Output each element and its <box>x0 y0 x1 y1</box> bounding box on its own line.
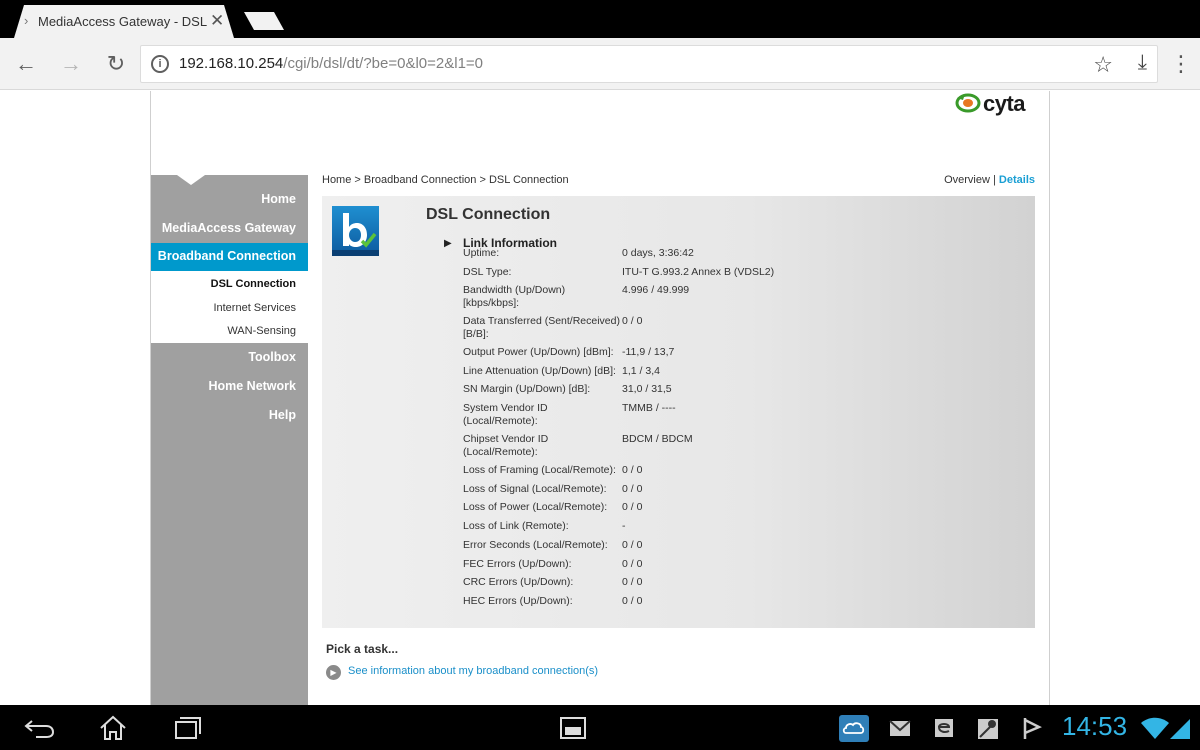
new-tab-button[interactable] <box>244 12 284 30</box>
url-host: 192.168.10.254 <box>179 55 284 72</box>
info-row-label: HEC Errors (Up/Down): <box>463 595 573 607</box>
cyta-logo-icon <box>955 93 981 113</box>
browser-tab-strip: › MediaAccess Gateway - DSL ✕ <box>0 0 1200 38</box>
tab-close-icon[interactable]: ✕ <box>210 11 224 31</box>
flag-icon[interactable] <box>1012 713 1052 743</box>
info-row-label: Error Seconds (Local/Remote): <box>463 539 608 551</box>
sidebar-submenu: DSL Connection Internet Services WAN-Sen… <box>151 271 308 343</box>
cloud-sync-icon[interactable] <box>835 713 875 743</box>
sidebar-item-help[interactable]: Help <box>269 408 296 422</box>
sidebar-item-label: Broadband Connection <box>157 249 296 263</box>
info-row-label: Output Power (Up/Down) [dBm]: <box>463 346 614 358</box>
info-row-label: Loss of Power (Local/Remote): <box>463 501 608 513</box>
mail-icon[interactable] <box>880 713 920 743</box>
overview-link[interactable]: Overview <box>944 174 990 186</box>
cyta-logo: cyta <box>955 91 1035 117</box>
task-link-text: See information about my broadband conne… <box>348 665 599 677</box>
breadcrumb: Home > Broadband Connection > DSL Connec… <box>322 174 569 186</box>
sidebar-notch <box>177 175 205 185</box>
info-row-value: 0 / 0 <box>622 315 643 327</box>
app-notification-icon[interactable] <box>925 713 965 743</box>
info-row-value: TMMB / ---- <box>622 402 676 414</box>
info-row-value: 0 / 0 <box>622 595 643 607</box>
info-row-label: Loss of Signal (Local/Remote): <box>463 483 607 495</box>
info-row-label: System Vendor ID (Local/Remote): <box>463 402 548 427</box>
broadband-b-icon <box>332 206 379 256</box>
info-row-label: FEC Errors (Up/Down): <box>463 558 572 570</box>
browser-toolbar: ← → ↻ i 192.168.10.254/cgi/b/dsl/dt/?be=… <box>0 38 1200 90</box>
view-switcher: Overview | Details <box>944 174 1035 186</box>
info-row-label: Chipset Vendor ID (Local/Remote): <box>463 433 549 458</box>
home-icon[interactable] <box>93 713 133 743</box>
screenshot-icon[interactable] <box>553 713 593 743</box>
back-arrow-icon[interactable]: ← <box>12 50 40 78</box>
web-page: cyta Home MediaAccess Gateway Broadband … <box>0 91 1200 705</box>
info-row-value: 1,1 / 3,4 <box>622 365 660 377</box>
submenu-item-dsl-connection[interactable]: DSL Connection <box>211 278 296 290</box>
info-row-label: Loss of Link (Remote): <box>463 520 569 532</box>
panel-title: DSL Connection <box>426 206 551 223</box>
info-row-label: Loss of Framing (Local/Remote): <box>463 464 616 476</box>
sidebar-item-home-network[interactable]: Home Network <box>208 379 296 393</box>
url-text[interactable]: 192.168.10.254/cgi/b/dsl/dt/?be=0&l0=2&l… <box>179 55 483 72</box>
submenu-item-wan-sensing[interactable]: WAN-Sensing <box>227 325 296 337</box>
info-row-label: Uptime: <box>463 247 500 259</box>
site-info-icon[interactable]: i <box>151 55 169 73</box>
info-row-value: 0 / 0 <box>622 539 643 551</box>
info-row-value: 0 / 0 <box>622 558 643 570</box>
android-system-bar: 14:53 <box>0 705 1200 750</box>
tab-title: MediaAccess Gateway - DSL <box>38 14 208 29</box>
dsl-connection-panel: DSL Connection ▶ Link Information Uptime… <box>322 196 1035 628</box>
info-row-value: 31,0 / 31,5 <box>622 383 672 395</box>
forward-arrow-icon[interactable]: → <box>57 50 85 78</box>
sidebar: Home MediaAccess Gateway Broadband Conne… <box>151 175 308 705</box>
back-icon[interactable] <box>20 713 60 743</box>
view-separator: | <box>989 174 999 186</box>
battery-icon <box>1170 719 1190 739</box>
details-link[interactable]: Details <box>999 174 1035 186</box>
submenu-item-internet-services[interactable]: Internet Services <box>213 302 296 314</box>
info-row-label: DSL Type: <box>463 266 512 278</box>
sidebar-item-toolbox[interactable]: Toolbox <box>248 350 296 364</box>
maps-icon[interactable] <box>968 713 1008 743</box>
task-arrow-icon: ▶ <box>326 665 341 680</box>
info-row-label: SN Margin (Up/Down) [dB]: <box>463 383 591 395</box>
task-title: Pick a task... <box>326 642 399 656</box>
section-arrow-icon: ▶ <box>444 238 452 249</box>
sidebar-item-mediaaccess-gateway[interactable]: MediaAccess Gateway <box>162 221 296 235</box>
info-row-value: ITU-T G.993.2 Annex B (VDSL2) <box>622 266 775 278</box>
info-row-label: CRC Errors (Up/Down): <box>463 576 574 588</box>
recent-apps-icon[interactable] <box>168 713 208 743</box>
sidebar-item-home[interactable]: Home <box>261 192 296 206</box>
tab-favicon-icon: › <box>24 13 29 28</box>
url-path: /cgi/b/dsl/dt/?be=0&l0=2&l1=0 <box>283 55 484 72</box>
browser-menu-icon[interactable]: ⋮ <box>1170 50 1192 78</box>
info-row-label: Bandwidth (Up/Down) [kbps/kbps]: <box>463 284 566 309</box>
info-row-value: -11,9 / 13,7 <box>622 346 675 358</box>
info-row-value: - <box>622 520 626 532</box>
sidebar-item-broadband-connection[interactable]: Broadband Connection <box>151 243 308 271</box>
status-clock: 14:53 <box>1062 711 1128 741</box>
info-row-value: 0 / 0 <box>622 483 643 495</box>
logo-text: cyta <box>983 91 1026 116</box>
bookmark-star-icon[interactable]: ☆ <box>1093 52 1113 78</box>
browser-tab[interactable]: › MediaAccess Gateway - DSL ✕ <box>14 5 234 38</box>
info-row-value: 0 / 0 <box>622 576 643 588</box>
address-bar[interactable]: i 192.168.10.254/cgi/b/dsl/dt/?be=0&l0=2… <box>140 45 1158 83</box>
info-row-value: 0 / 0 <box>622 501 643 513</box>
info-row-value: 0 / 0 <box>622 464 643 476</box>
reload-icon[interactable]: ↻ <box>102 50 130 78</box>
info-row-label: Line Attenuation (Up/Down) [dB]: <box>463 365 616 377</box>
info-row-value: 0 days, 3:36:42 <box>622 247 694 259</box>
download-icon[interactable]: ⤓ <box>1138 51 1147 75</box>
info-row-value: BDCM / BDCM <box>622 433 693 445</box>
info-row-label: Data Transferred (Sent/Received) [B/B]: <box>463 315 620 340</box>
info-row-value: 4.996 / 49.999 <box>622 284 690 296</box>
